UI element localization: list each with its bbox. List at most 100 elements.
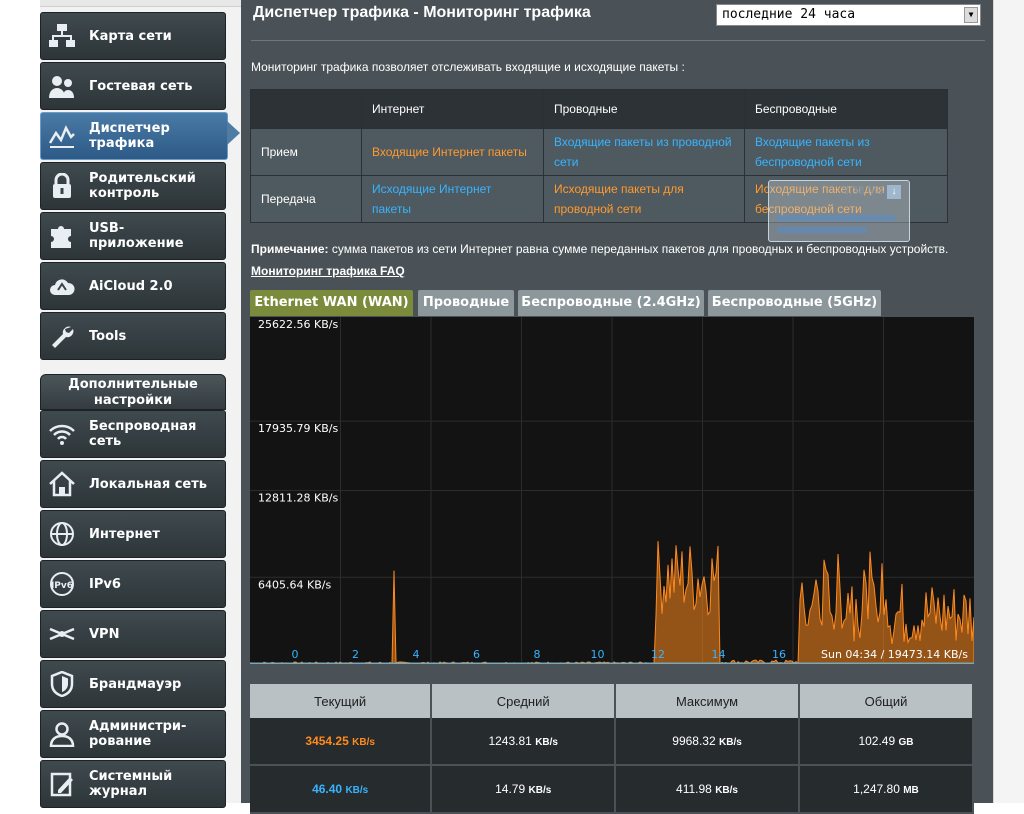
sidebar-item-label: Администри-рование xyxy=(89,719,187,749)
stats-row-tx: 46.40 KB/s 14.79 KB/s 411.98 KB/s 1,247.… xyxy=(250,765,975,814)
sidebar-item-parental-control[interactable]: Родительский контроль xyxy=(40,162,226,210)
traffic-chart-svg: 25622.56 KB/s 17935.79 KB/s 12811.28 KB/s 6… xyxy=(250,317,974,664)
sidebar-item-label: Беспроводная сеть xyxy=(89,419,197,449)
x-tick-label: 16 xyxy=(772,648,786,661)
tab-ethernet-wan[interactable]: Ethernet WAN (WAN) xyxy=(250,290,413,316)
svg-text:IPv6: IPv6 xyxy=(51,581,73,591)
sidebar-item-label: Диспетчер трафика xyxy=(89,121,170,151)
sidebar-item-label: AiCloud 2.0 xyxy=(89,278,173,294)
guest-network-icon xyxy=(47,71,77,101)
stats-header-average: Средний xyxy=(431,684,617,718)
overlay-progress-bar xyxy=(777,227,867,233)
tab-wireless-24[interactable]: Беспроводные (2.4GHz) xyxy=(518,290,704,316)
table-header-cell xyxy=(250,89,362,129)
advanced-settings-header: Дополнительные настройки xyxy=(40,374,226,410)
sidebar-item-aicloud[interactable]: AiCloud 2.0 xyxy=(40,262,226,310)
faq-link[interactable]: Мониторинг трафика FAQ xyxy=(251,264,405,278)
stats-header-current: Текущий xyxy=(250,684,433,718)
period-select-value: последние 24 часа xyxy=(722,7,856,22)
sidebar-item-label: VPN xyxy=(89,626,120,642)
table-header-cell: Беспроводные xyxy=(744,89,948,129)
note-text: Примечание: сумма пакетов из сети Интерн… xyxy=(251,242,948,256)
sidebar-item-administration[interactable]: Администри-рование xyxy=(40,710,226,758)
x-tick-label: 4 xyxy=(413,648,420,661)
stat-maximum-tx: 411.98 KB/s xyxy=(615,765,800,814)
wifi-icon xyxy=(47,419,77,449)
overlay-text: 3,38 MB xyxy=(843,185,884,197)
browser-viewport: Карта сети Гостевая сеть Диспетчер трафи… xyxy=(0,0,1024,814)
log-icon xyxy=(47,769,77,799)
stat-maximum-rx: 9968.32 KB/s xyxy=(615,718,800,766)
sidebar-item-vpn[interactable]: VPN xyxy=(40,610,226,658)
stat-total-tx: 1,247.80 MB xyxy=(798,765,975,814)
page-description: Мониторинг трафика позволяет отслеживать… xyxy=(251,60,685,74)
traffic-manager-icon xyxy=(47,121,77,151)
title-divider xyxy=(251,40,985,41)
x-tick-label: 0 xyxy=(292,648,299,661)
stats-header-total: Общий xyxy=(798,684,975,718)
legend-wireless-rx: Входящие пакеты из беспроводной сети xyxy=(744,128,948,176)
stat-current-tx: 46.40 KB/s xyxy=(250,765,433,814)
sidebar-item-tools[interactable]: Tools xyxy=(40,312,226,360)
x-tick-label: 10 xyxy=(591,648,605,661)
sidebar-item-label: Интернет xyxy=(89,526,160,542)
sidebar-item-guest-network[interactable]: Гостевая сеть xyxy=(40,62,226,110)
tab-wired[interactable]: Проводные xyxy=(418,290,514,316)
sidebar-item-usb-application[interactable]: USB-приложение xyxy=(40,212,226,260)
legend-internet-tx: Исходящие Интернет пакеты xyxy=(361,175,544,223)
shield-icon xyxy=(47,669,77,699)
download-arrow-icon: ↓ xyxy=(887,185,901,199)
left-margin xyxy=(0,0,40,803)
stats-header-maximum: Максимум xyxy=(615,684,800,718)
stats-table: Текущий Средний Максимум Общий 3454.25 K… xyxy=(250,684,975,814)
stat-total-rx: 102.49 GB xyxy=(798,718,975,766)
sidebar-item-ipv6[interactable]: IPv6 IPv6 xyxy=(40,560,226,608)
x-tick-label: 14 xyxy=(712,648,726,661)
globe-icon xyxy=(47,519,77,549)
row-label-transmit: Передача xyxy=(250,175,362,223)
table-header-cell: Проводные xyxy=(543,89,745,129)
puzzle-icon xyxy=(47,221,77,251)
tab-wireless-5[interactable]: Беспроводные (5GHz) xyxy=(708,290,881,316)
network-map-icon xyxy=(47,21,77,51)
cloud-icon xyxy=(47,271,77,301)
sidebar-item-label: Локальная сеть xyxy=(89,476,207,492)
sidebar-item-firewall[interactable]: Брандмауэр xyxy=(40,660,226,708)
sidebar-item-label: Tools xyxy=(89,328,127,344)
sidebar-item-label: Системный журнал xyxy=(89,769,173,799)
sidebar-item-system-log[interactable]: Системный журнал xyxy=(40,760,226,808)
note-prefix: Примечание: xyxy=(251,242,329,256)
legend-wired-tx: Исходящие пакеты для проводной сети xyxy=(543,175,745,223)
active-menu-pointer xyxy=(227,121,240,145)
stat-average-rx: 1243.81 KB/s xyxy=(431,718,617,766)
sidebar-item-wireless[interactable]: Беспроводная сеть xyxy=(40,410,226,458)
y-tick-label: 25622.56 KB/s xyxy=(258,318,338,331)
user-icon xyxy=(47,719,77,749)
sidebar-item-internet[interactable]: Интернет xyxy=(40,510,226,558)
legend-internet-rx: Входящие Интернет пакеты xyxy=(361,128,544,176)
stat-average-tx: 14.79 KB/s xyxy=(431,765,617,814)
sidebar-item-lan[interactable]: Локальная сеть xyxy=(40,460,226,508)
page-title: Диспетчер трафика - Мониторинг трафика xyxy=(253,4,591,21)
note-body: сумма пакетов из сети Интернет равна сум… xyxy=(328,242,949,256)
overlay-progress-bar xyxy=(777,215,895,221)
sidebar-item-traffic-manager[interactable]: Диспетчер трафика xyxy=(40,112,228,160)
main-panel: Диспетчер трафика - Мониторинг трафика п… xyxy=(241,0,993,814)
floating-transfer-widget[interactable]: 3,38 MB ↓ xyxy=(768,180,910,242)
lock-icon xyxy=(47,171,77,201)
sidebar-item-label: Карта сети xyxy=(89,28,172,44)
scrollbar[interactable] xyxy=(993,0,1024,803)
x-tick-label: 2 xyxy=(352,648,359,661)
sidebar-item-network-map[interactable]: Карта сети xyxy=(40,12,226,60)
y-tick-label: 17935.79 KB/s xyxy=(258,422,338,435)
vpn-icon xyxy=(47,619,77,649)
stats-row-rx: 3454.25 KB/s 1243.81 KB/s 9968.32 KB/s 1… xyxy=(250,718,975,766)
home-icon xyxy=(47,469,77,499)
chevron-down-icon[interactable]: ▼ xyxy=(964,7,978,23)
traffic-chart: 25622.56 KB/s 17935.79 KB/s 12811.28 KB/s 6… xyxy=(250,317,974,664)
table-header-cell: Интернет xyxy=(361,89,544,129)
sidebar-item-label: USB-приложение xyxy=(89,221,184,251)
period-select[interactable]: последние 24 часа ▼ xyxy=(716,4,981,26)
sidebar-item-label: Брандмауэр xyxy=(89,676,182,692)
sidebar-item-label: IPv6 xyxy=(89,576,121,592)
